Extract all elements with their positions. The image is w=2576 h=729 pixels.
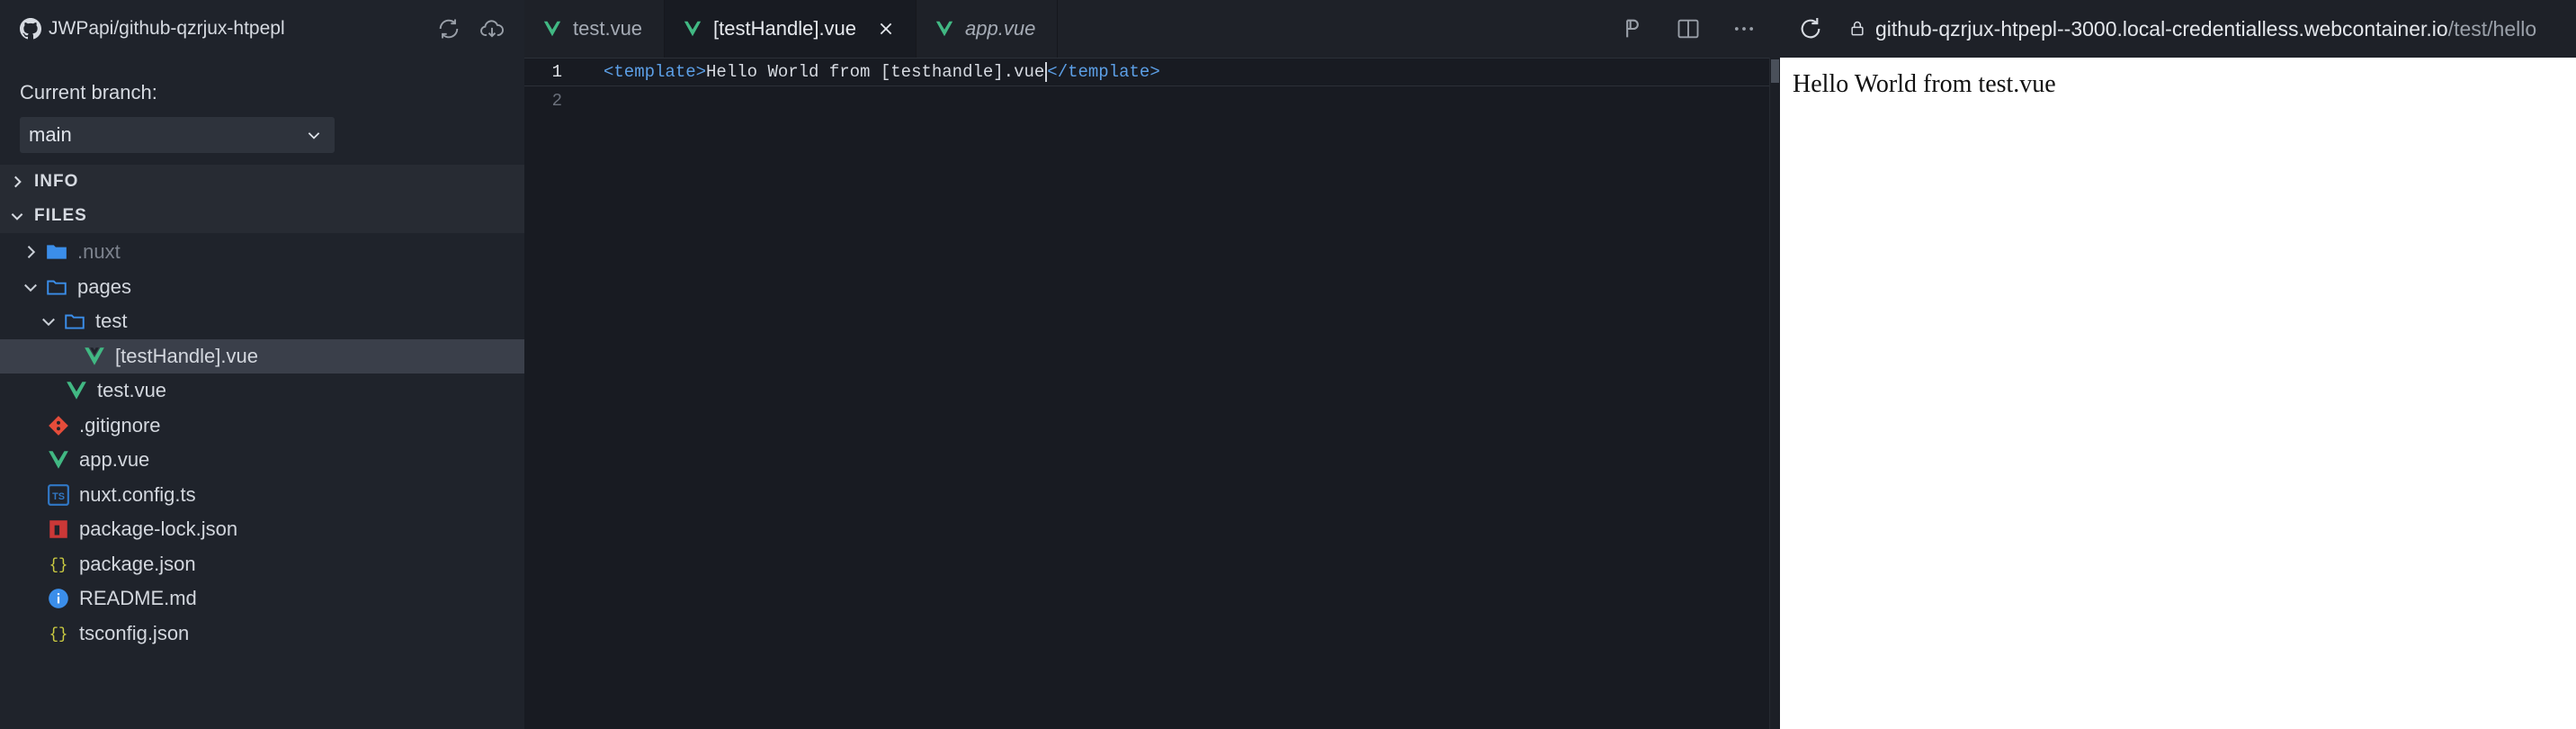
tree-folder[interactable]: .nuxt bbox=[0, 235, 524, 269]
tab-test-vue[interactable]: test.vue bbox=[524, 0, 666, 58]
tab-testhandle-vue[interactable]: [testHandle].vue bbox=[665, 0, 917, 58]
current-branch-label: Current branch: bbox=[20, 81, 157, 104]
chevron-down-icon bbox=[11, 213, 23, 220]
tab-label: app.vue bbox=[965, 17, 1036, 40]
chevron-right-icon bbox=[14, 176, 22, 188]
line-content: <template>Hello World from [testhandle].… bbox=[578, 61, 1160, 82]
section-files[interactable]: FILES bbox=[0, 199, 524, 233]
tree-file[interactable]: {} package.json bbox=[0, 547, 524, 581]
svg-text:TS: TS bbox=[52, 490, 65, 501]
tree-file[interactable]: TS nuxt.config.ts bbox=[0, 478, 524, 512]
file-tree: .nuxt pages test [testHandle].vue test.vue .g… bbox=[0, 235, 524, 651]
tree-file[interactable]: package-lock.json bbox=[0, 512, 524, 546]
vue-icon bbox=[543, 21, 561, 37]
code-area[interactable]: 1 <template>Hello World from [testhandle… bbox=[524, 58, 1780, 729]
line-text: Hello World from [testhandle].vue bbox=[706, 62, 1045, 82]
section-info[interactable]: INFO bbox=[0, 165, 524, 199]
chevron-down-icon bbox=[24, 284, 37, 292]
code-line: 2 bbox=[524, 86, 1780, 115]
vue-icon bbox=[67, 382, 86, 400]
tab-label: test.vue bbox=[573, 17, 643, 40]
tree-file[interactable]: app.vue bbox=[0, 443, 524, 477]
json-icon: {} bbox=[49, 557, 68, 574]
line-number: 2 bbox=[551, 91, 562, 111]
tree-item-label: package-lock.json bbox=[79, 518, 238, 540]
cloud-download-icon[interactable] bbox=[479, 16, 505, 41]
vue-icon bbox=[684, 21, 702, 37]
tree-item-label: pages bbox=[77, 274, 131, 298]
tree-item-label: nuxt.config.ts bbox=[79, 482, 196, 506]
preview-content: Hello World from test.vue bbox=[1793, 70, 2056, 98]
json-icon: {} bbox=[49, 626, 68, 644]
vue-icon bbox=[85, 346, 104, 365]
editor: test.vue [testHandle].vue app.vue 1 <tem… bbox=[524, 0, 1780, 729]
preview-url-bar: github-qzrjux-htpepl--3000.local-credent… bbox=[1780, 0, 2576, 58]
sidebar-header: JWPapi/github-qzrjux-htpepl bbox=[0, 0, 524, 58]
branch-select[interactable]: main bbox=[20, 117, 335, 153]
more-icon[interactable] bbox=[1731, 16, 1757, 41]
chevron-right-icon bbox=[27, 246, 36, 258]
folder-open-icon bbox=[47, 280, 67, 295]
url-field[interactable]: github-qzrjux-htpepl--3000.local-credent… bbox=[1848, 9, 2536, 49]
split-editor-icon[interactable] bbox=[1676, 16, 1701, 41]
tree-file[interactable]: README.md bbox=[0, 581, 524, 616]
tree-item-label: .gitignore bbox=[79, 413, 161, 436]
tree-file[interactable]: {} tsconfig.json bbox=[0, 616, 524, 651]
vue-icon bbox=[49, 451, 68, 469]
section-files-label: FILES bbox=[34, 206, 87, 225]
tree-item-label: .nuxt bbox=[77, 240, 121, 263]
tree-folder[interactable]: test bbox=[0, 304, 524, 338]
repo-title: JWPapi/github-qzrjux-htpepl bbox=[49, 18, 285, 39]
close-tag: </template> bbox=[1047, 62, 1160, 82]
tree-item-label: package.json bbox=[79, 552, 196, 575]
url-path: /test/hello bbox=[2447, 16, 2537, 40]
tab-bar: test.vue [testHandle].vue app.vue bbox=[524, 0, 1780, 58]
tab-app-vue[interactable]: app.vue bbox=[917, 0, 1059, 58]
tab-label: [testHandle].vue bbox=[713, 17, 857, 40]
sync-icon[interactable] bbox=[436, 16, 461, 41]
close-icon[interactable] bbox=[878, 21, 894, 37]
svg-text:{}: {} bbox=[49, 626, 68, 644]
tree-file[interactable]: [testHandle].vue bbox=[0, 338, 524, 374]
branch-select-value: main bbox=[29, 123, 72, 146]
editor-scrollbar[interactable] bbox=[1769, 58, 1780, 729]
typescript-icon: TS bbox=[48, 483, 69, 506]
prettier-icon[interactable] bbox=[1620, 16, 1645, 41]
folder-icon bbox=[47, 245, 67, 259]
tree-file[interactable]: test.vue bbox=[0, 374, 524, 408]
info-icon bbox=[49, 589, 68, 608]
sidebar: JWPapi/github-qzrjux-htpepl Current bran… bbox=[0, 0, 524, 729]
tree-item-label: test bbox=[95, 310, 128, 332]
open-tag: <template> bbox=[604, 62, 707, 82]
chevron-down-icon bbox=[308, 132, 320, 140]
svg-text:{}: {} bbox=[49, 557, 68, 574]
github-icon bbox=[20, 18, 41, 40]
refresh-icon[interactable] bbox=[1796, 14, 1825, 43]
line-number: 1 bbox=[551, 62, 562, 82]
git-icon bbox=[49, 415, 68, 436]
tree-item-label: README.md bbox=[79, 587, 197, 609]
folder-open-icon bbox=[65, 314, 85, 329]
tree-item-label: test.vue bbox=[97, 379, 167, 401]
url-host: github-qzrjux-htpepl--3000.local-credent… bbox=[1875, 16, 2448, 40]
tree-file[interactable]: .gitignore bbox=[0, 409, 524, 443]
vue-icon bbox=[935, 21, 953, 37]
code-line: 1 <template>Hello World from [testhandle… bbox=[524, 58, 1780, 86]
tree-folder[interactable]: pages bbox=[0, 270, 524, 304]
tree-item-label: tsconfig.json bbox=[79, 621, 190, 644]
lock-icon bbox=[1851, 21, 1864, 36]
preview-pane: github-qzrjux-htpepl--3000.local-credent… bbox=[1780, 0, 2576, 729]
tree-item-label: app.vue bbox=[79, 448, 150, 471]
section-info-label: INFO bbox=[34, 172, 79, 191]
npm-icon bbox=[49, 520, 67, 538]
tree-item-label: [testHandle].vue bbox=[115, 344, 258, 367]
chevron-down-icon bbox=[42, 318, 55, 327]
scrollbar-thumb[interactable] bbox=[1771, 59, 1779, 83]
